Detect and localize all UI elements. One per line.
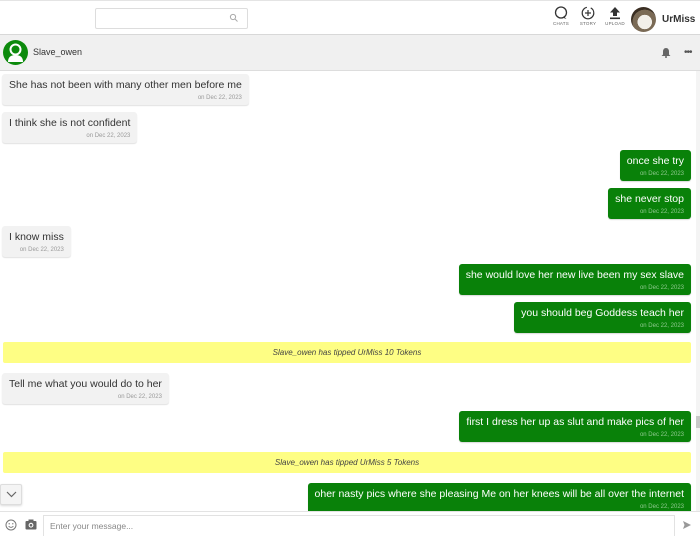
- message-outgoing: she would love her new live been my sex …: [458, 264, 691, 295]
- message-time: on Dec 22, 2023: [639, 285, 684, 291]
- scrollbar-track[interactable]: [696, 71, 700, 511]
- message-time: on Dec 22, 2023: [639, 171, 684, 177]
- nav-label: UPLOAD: [605, 21, 625, 26]
- partner-name[interactable]: Slave_owen: [33, 47, 82, 57]
- nav-label: STORY: [579, 21, 597, 26]
- message-composer: [0, 511, 700, 539]
- nav-label: CHATS: [553, 21, 569, 26]
- message-text: she would love her new live been my sex …: [465, 269, 684, 281]
- message-time: on Dec 22, 2023: [117, 394, 162, 400]
- tip-notification: Slave_owen has tipped UrMiss 5 Tokens: [3, 452, 691, 473]
- message-text: first I dress her up as slut and make pi…: [466, 416, 684, 428]
- tip-notification: Slave_owen has tipped UrMiss 10 Tokens: [3, 342, 691, 363]
- message-outgoing: you should beg Goddess teach her on Dec …: [514, 302, 691, 333]
- message-text: you should beg Goddess teach her: [521, 307, 684, 319]
- message-text: she never stop: [615, 193, 684, 205]
- message-incoming: I think she is not confident on Dec 22, …: [2, 112, 138, 143]
- nav-upload[interactable]: UPLOAD: [603, 6, 627, 26]
- message-time: on Dec 22, 2023: [639, 432, 684, 438]
- message-input[interactable]: [44, 516, 674, 536]
- message-field[interactable]: [43, 515, 675, 536]
- chat-header: Slave_owen •••: [0, 35, 700, 71]
- more-options-icon[interactable]: •••: [684, 48, 692, 58]
- top-bar: CHATS STORY UPLOAD UrMiss: [0, 0, 700, 35]
- message-time: on Dec 22, 2023: [86, 133, 131, 139]
- bell-icon[interactable]: [661, 47, 671, 58]
- message-text: I think she is not confident: [9, 117, 131, 129]
- message-incoming: Tell me what you would do to her on Dec …: [2, 373, 169, 404]
- search-input[interactable]: [100, 10, 225, 29]
- chat-bubble-icon: [554, 6, 568, 19]
- user-name[interactable]: UrMiss: [662, 14, 695, 25]
- user-menu[interactable]: UrMiss: [631, 6, 700, 32]
- search-icon[interactable]: [229, 13, 239, 23]
- emoji-icon[interactable]: [5, 519, 17, 531]
- message-incoming: She has not been with many other men bef…: [2, 74, 249, 105]
- message-text: once she try: [626, 155, 684, 167]
- message-text: oher nasty pics where she pleasing Me on…: [314, 488, 684, 500]
- chevron-down-icon: [6, 491, 17, 498]
- message-time: on Dec 22, 2023: [197, 95, 242, 101]
- message-time: on Dec 22, 2023: [639, 504, 684, 510]
- scrollbar-thumb[interactable]: [696, 416, 700, 428]
- message-time: on Dec 22, 2023: [639, 209, 684, 215]
- upload-icon: [610, 7, 620, 20]
- story-add-icon: [581, 6, 595, 20]
- message-outgoing: oher nasty pics where she pleasing Me on…: [307, 483, 691, 511]
- search-box[interactable]: [95, 8, 248, 29]
- partner-avatar-icon[interactable]: [3, 40, 28, 65]
- scroll-to-bottom-button[interactable]: [0, 484, 22, 505]
- user-avatar[interactable]: [631, 6, 656, 32]
- nav-story[interactable]: STORY: [576, 6, 600, 26]
- message-outgoing: first I dress her up as slut and make pi…: [459, 411, 691, 442]
- message-time: on Dec 22, 2023: [19, 247, 64, 253]
- message-list[interactable]: She has not been with many other men bef…: [0, 71, 700, 511]
- message-outgoing: she never stop on Dec 22, 2023: [608, 188, 691, 219]
- message-text: Tell me what you would do to her: [9, 378, 162, 390]
- message-outgoing: once she try on Dec 22, 2023: [619, 150, 691, 181]
- camera-icon[interactable]: [25, 519, 37, 530]
- nav-chats[interactable]: CHATS: [549, 6, 573, 26]
- message-incoming: I know miss on Dec 22, 2023: [2, 226, 71, 257]
- message-text: She has not been with many other men bef…: [9, 79, 242, 91]
- send-icon[interactable]: [682, 520, 692, 530]
- message-time: on Dec 22, 2023: [639, 323, 684, 329]
- message-text: I know miss: [9, 231, 64, 243]
